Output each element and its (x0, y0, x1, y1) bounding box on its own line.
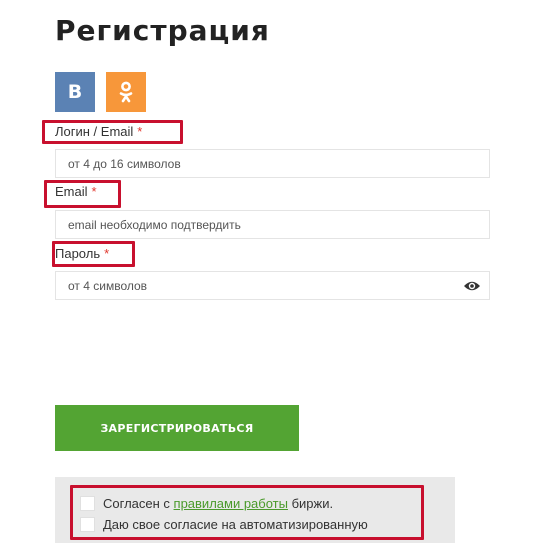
ok-login-button[interactable] (106, 72, 146, 112)
login-field (55, 149, 490, 178)
password-input[interactable] (56, 272, 446, 299)
agreements-highlight (70, 485, 424, 540)
eye-icon[interactable] (463, 279, 481, 293)
register-button[interactable]: ЗАРЕГИСТРИРОВАТЬСЯ (55, 405, 299, 451)
email-input[interactable] (56, 211, 446, 238)
password-label-highlight (52, 241, 135, 267)
odnoklassniki-icon (119, 81, 133, 103)
login-label-highlight (42, 120, 183, 144)
vk-icon: B (67, 81, 83, 103)
vk-login-button[interactable]: B (55, 72, 95, 112)
password-field (55, 271, 490, 300)
email-label-highlight (44, 180, 121, 208)
login-input[interactable] (56, 150, 446, 177)
page-title: Регистрация (55, 14, 270, 47)
email-field (55, 210, 490, 239)
